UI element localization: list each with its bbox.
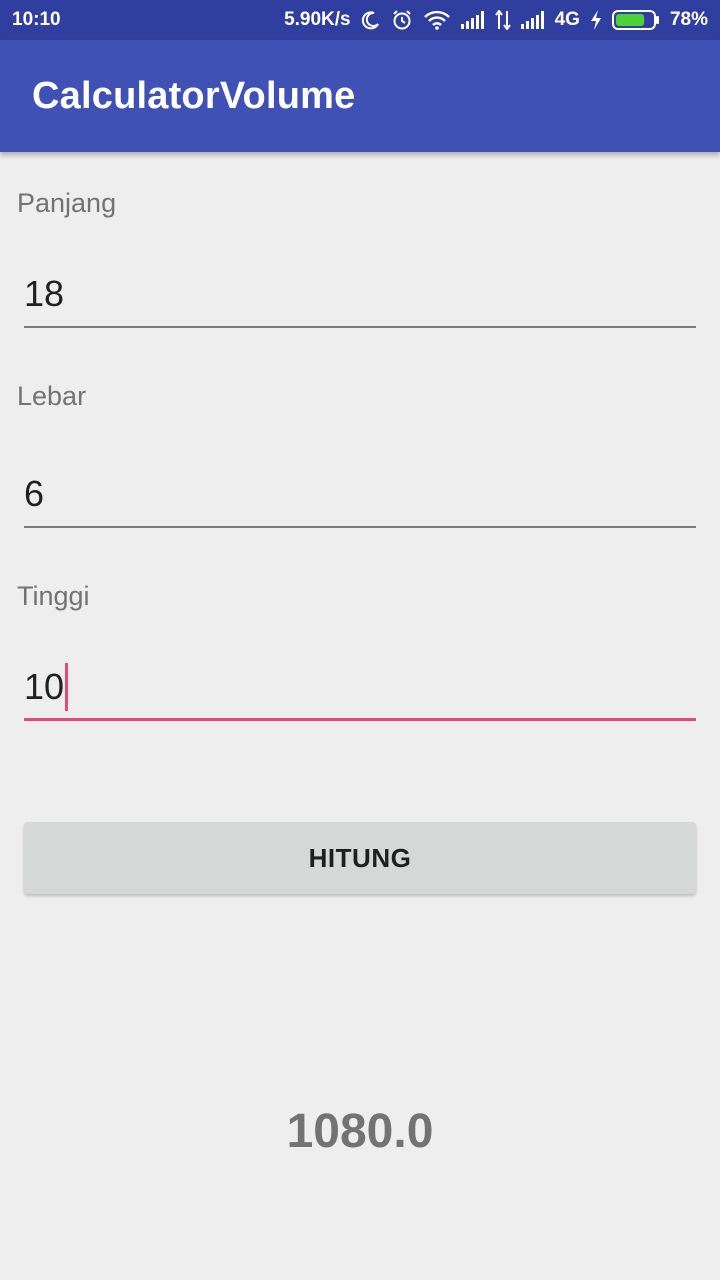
result-value: 1080.0 bbox=[286, 1105, 434, 1158]
network-type: 4G bbox=[554, 9, 580, 30]
data-arrows-icon bbox=[494, 10, 511, 30]
battery-percent: 78% bbox=[669, 9, 708, 30]
battery-icon bbox=[611, 9, 660, 31]
lebar-value: 6 bbox=[24, 473, 45, 514]
status-icons: 5.90K/s 4G 78% bbox=[284, 9, 708, 31]
status-bar: 10:10 5.90K/s 4G 78% bbox=[0, 0, 720, 40]
network-speed: 5.90K/s bbox=[284, 9, 351, 30]
tinggi-value: 10 bbox=[24, 665, 65, 707]
text-cursor bbox=[65, 662, 69, 711]
app-bar: CalculatorVolume bbox=[0, 40, 720, 152]
status-time: 10:10 bbox=[12, 9, 61, 30]
signal-icon bbox=[460, 11, 485, 29]
hitung-button[interactable]: HITUNG bbox=[24, 822, 696, 894]
lebar-input[interactable]: 6 bbox=[24, 468, 696, 528]
signal-icon bbox=[520, 11, 545, 29]
alarm-icon bbox=[391, 9, 413, 31]
main-content: Panjang 18 Lebar 6 Tinggi 10 HITUNG 1080… bbox=[0, 152, 720, 1280]
panjang-input[interactable]: 18 bbox=[24, 268, 696, 328]
panjang-label: Panjang bbox=[17, 188, 117, 218]
tinggi-label: Tinggi bbox=[17, 581, 90, 611]
app-title: CalculatorVolume bbox=[32, 74, 356, 117]
tinggi-input[interactable]: 10 bbox=[24, 661, 696, 721]
wifi-icon bbox=[423, 10, 451, 30]
battery-fill bbox=[615, 14, 645, 26]
charging-icon bbox=[590, 10, 602, 30]
moon-icon bbox=[361, 10, 381, 30]
panjang-value: 18 bbox=[24, 273, 65, 314]
lebar-label: Lebar bbox=[17, 381, 87, 411]
